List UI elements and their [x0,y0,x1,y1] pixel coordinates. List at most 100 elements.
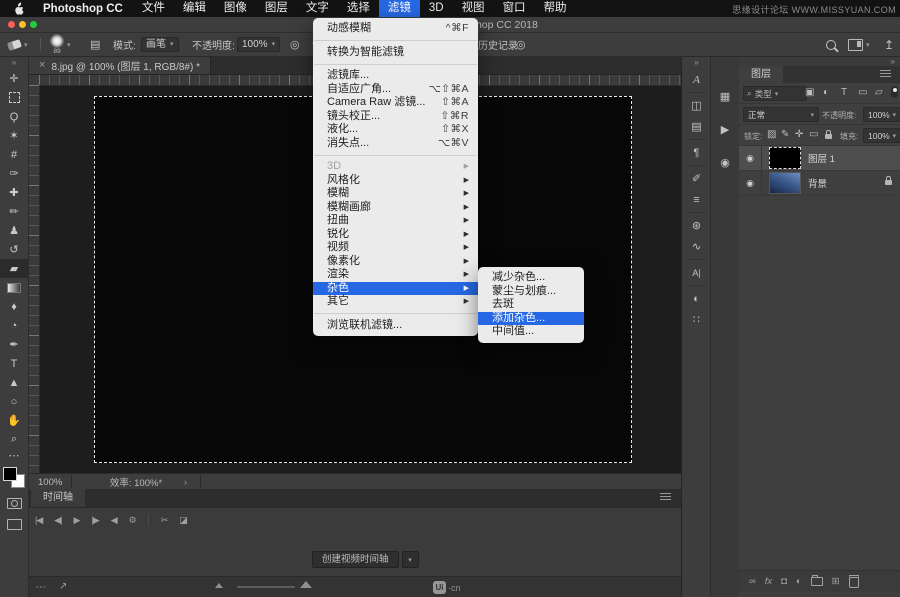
menu-item-noise-highlighted[interactable]: 杂色▶ [313,282,478,296]
menu-item-motion-blur[interactable]: 动感模糊^⌘F [313,22,478,36]
dock-collapse-icon[interactable]: » [683,56,710,69]
previous-frame-button[interactable]: ◀| [54,515,61,526]
layer1-thumbnail[interactable] [769,147,801,169]
type-tool[interactable]: T [0,354,28,373]
menu-item-distort[interactable]: 扭曲▶ [313,214,478,228]
new-group-folder-icon[interactable] [811,577,823,586]
lock-all-icon[interactable] [825,134,832,139]
menu-item-lens-correction[interactable]: 镜头校正...⇧⌘R [313,110,478,124]
menu-item-dust-and-scratches[interactable]: 蒙尘与划痕... [478,285,584,299]
search-button[interactable] [826,33,836,56]
layer-style-fx-icon[interactable]: fx [765,576,772,587]
erase-to-history-label[interactable]: 历史记录 [478,33,518,56]
convert-frame-animation-icon[interactable]: ▫▫▫ [36,584,46,591]
delete-layer-trash-icon[interactable] [849,575,859,588]
zoom-window-button[interactable] [30,21,37,28]
filter-smart-objects-icon[interactable]: ▱ [875,87,883,98]
screen-mode-button[interactable] [7,519,22,530]
menu-item-blur-gallery[interactable]: 模糊画廊▶ [313,201,478,215]
opacity-select[interactable]: 100% ▾ [863,107,900,122]
panel-group-collapse-icon[interactable]: » [891,57,895,66]
menu-type[interactable]: 文字 [297,0,338,17]
cc-libraries-icon[interactable]: ◉ [711,152,739,173]
libraries-panel-icon[interactable]: ◫ [683,95,710,116]
menu-edit[interactable]: 编辑 [174,0,215,17]
mute-audio-button[interactable]: ◀ [111,515,117,526]
grid-panel-icon[interactable]: ▦ [711,86,739,107]
mode-select[interactable]: 画笔▾ [141,33,179,56]
menu-item-browse-filters-online[interactable]: 浏览联机滤镜... [313,319,478,333]
shape-tool[interactable]: ○ [0,392,28,411]
new-adjustment-layer-icon[interactable]: ◐ [796,576,802,587]
eraser-tool-selected[interactable]: ▰ [0,259,28,278]
blend-mode-select[interactable]: 正常 ▾ [743,107,819,122]
menu-item-liquify[interactable]: 液化...⇧⌘X [313,123,478,137]
play-button[interactable]: ▶ [74,515,80,526]
menu-layer[interactable]: 图层 [256,0,297,17]
character-panel-icon[interactable]: A [683,69,710,90]
menu-filter-active[interactable]: 滤镜 [379,0,420,17]
brush-settings-panel-icon[interactable]: ✐ [683,168,710,189]
menu-item-other[interactable]: 其它▶ [313,295,478,309]
menu-image[interactable]: 图像 [215,0,256,17]
render-video-icon[interactable]: ↗ [59,581,67,592]
crop-tool[interactable]: # [0,145,28,164]
toggle-brush-settings-button[interactable]: ▤ [90,33,100,56]
zoom-level-field[interactable]: 100% [38,477,62,488]
layer-row-layer1[interactable]: ◉ 图层 1 [739,146,900,171]
menu-item-filter-gallery[interactable]: 滤镜库... [313,69,478,83]
menu-item-blur[interactable]: 模糊▶ [313,187,478,201]
marquee-tool[interactable] [0,88,28,107]
thumbnail-zoom-slider[interactable] [237,586,295,588]
menu-item-adaptive-wide-angle[interactable]: 自适应广角...⌥⇧⌘A [313,83,478,97]
layer-row-background[interactable]: ◉ 背景 [739,171,900,196]
minimize-window-button[interactable] [19,21,26,28]
document-tab[interactable]: × 8.jpg @ 100% (图层 1, RGB/8#) * [29,56,211,74]
status-options-chevron[interactable]: › [184,477,187,487]
menu-item-median[interactable]: 中间值... [478,325,584,339]
workspace-switcher[interactable]: ▾ [848,33,870,56]
character-styles-panel-icon[interactable]: A| [683,262,710,283]
lock-artboard-icon[interactable]: ▭ [809,129,818,140]
vertical-ruler[interactable] [29,85,40,473]
eyedropper-tool[interactable]: ✑ [0,164,28,183]
brush-preset-picker[interactable]: 89 ▾ [50,33,71,56]
paragraph-panel-icon[interactable]: ¶ [683,142,710,163]
next-frame-button[interactable]: |▶ [91,515,98,526]
link-layers-icon[interactable]: ∞ [749,576,756,587]
layer-name[interactable]: 图层 1 [808,151,835,165]
smoothing-button[interactable]: ◎ [516,33,526,56]
menu-3d[interactable]: 3D [420,0,453,17]
menu-item-despeckle[interactable]: 去斑 [478,298,584,312]
lock-transparent-pixels-icon[interactable]: ▨ [767,129,776,140]
zoom-tool[interactable]: ⌕ [0,430,28,449]
filter-adjustment-layers-icon[interactable]: ◐ [823,87,829,98]
go-first-frame-button[interactable]: |◀ [35,515,42,526]
menu-item-sharpen[interactable]: 锐化▶ [313,228,478,242]
layer-filter-type-select[interactable]: ⌕ 类型 ▾ [743,86,807,101]
menu-item-video[interactable]: 视频▶ [313,241,478,255]
filter-pixel-layers-icon[interactable]: ▣ [805,87,814,98]
layer-name[interactable]: 背景 [808,176,827,190]
layers-panel-menu-icon[interactable] [880,73,891,74]
properties-panel-icon[interactable]: ▤ [683,116,710,137]
tab-timeline[interactable]: 时间轴 [31,489,85,507]
foreground-background-colors[interactable] [3,467,25,488]
menu-select[interactable]: 选择 [338,0,379,17]
menu-item-render[interactable]: 渲染▶ [313,268,478,282]
transition-icon[interactable]: ◪ [179,515,187,526]
timeline-panel-menu-icon[interactable] [660,496,671,497]
move-tool[interactable]: ✛ [0,69,28,88]
visibility-eye-icon[interactable]: ◉ [739,146,762,170]
menu-help[interactable]: 帮助 [535,0,576,17]
menu-item-convert-smart-filters[interactable]: 转换为智能滤镜 [313,46,478,60]
brush-tool[interactable]: ✏ [0,202,28,221]
create-video-timeline-button[interactable]: 创建视频时间轴 [312,551,399,568]
healing-brush-tool[interactable]: ✚ [0,183,28,202]
background-thumbnail[interactable] [769,172,801,194]
timeline-settings-gear-icon[interactable]: ⚙ [129,515,136,526]
add-layer-mask-icon[interactable]: ◘ [781,576,787,587]
opacity-select[interactable]: 100%▾ [237,33,280,56]
zoom-in-thumbnails-icon[interactable] [300,581,312,588]
split-clip-scissors-icon[interactable]: ✂ [161,515,168,526]
